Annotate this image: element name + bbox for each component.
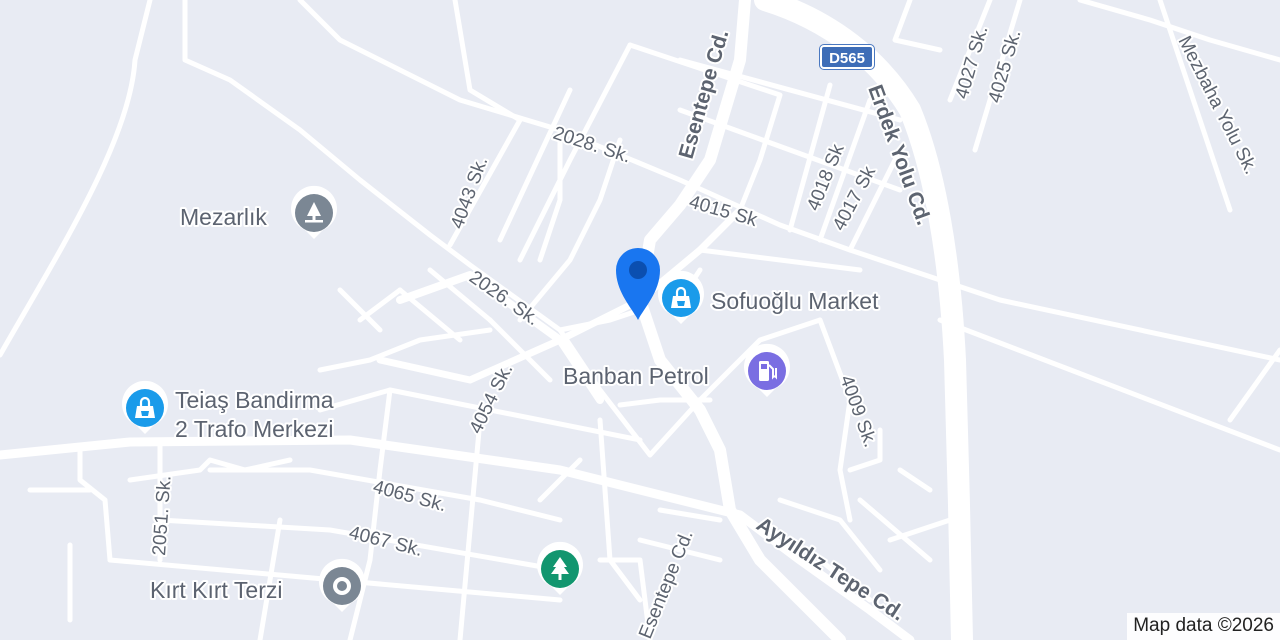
poi-marker-sofuoglu-market[interactable]	[658, 270, 704, 324]
street-label: 4067 Sk.	[347, 522, 425, 561]
road	[937, 317, 1280, 453]
street-label: 4027 Sk.	[952, 23, 993, 101]
road	[0, 0, 153, 358]
poi-marker-teias[interactable]	[122, 380, 168, 434]
poi-marker-banban-petrol[interactable]	[744, 343, 790, 397]
poi-label-teias-line2: 2 Trafo Merkezi	[175, 416, 334, 442]
road	[887, 517, 953, 543]
poi-label-teias-line1: Teiaş Bandirma	[175, 387, 334, 413]
road	[892, 0, 943, 53]
map-layer[interactable]: Esentepe Cd. Erdek Yolu Cd. Ayyıldız Tep…	[0, 0, 1280, 640]
road	[817, 317, 853, 523]
map-attribution[interactable]: Map data ©2026	[1127, 613, 1280, 640]
street-label: 2051. Sk.	[149, 475, 176, 557]
poi-label-mezarlik: Mezarlık	[180, 204, 267, 230]
street-label: 2028. Sk.	[550, 123, 633, 168]
road	[697, 247, 863, 273]
street-label: Mezbaha Yolu Sk.	[1174, 33, 1262, 178]
road	[897, 467, 933, 493]
street-label: 4025 Sk.	[985, 27, 1026, 105]
minor-roads	[0, 0, 1280, 640]
poi-label-kirt-kirt-terzi: Kırt Kırt Terzi	[150, 577, 283, 603]
poi-label-banban-petrol: Banban Petrol	[563, 363, 709, 389]
place-icon	[333, 577, 351, 595]
street-label: 2026. Sk.	[465, 267, 543, 330]
road	[357, 287, 403, 323]
road	[1227, 347, 1280, 423]
street-label: 4065 Sk.	[371, 477, 449, 517]
map-canvas[interactable]: Esentepe Cd. Erdek Yolu Cd. Ayyıldız Tep…	[0, 0, 1280, 640]
poi-marker-mezarlik[interactable]	[291, 185, 337, 239]
poi-label-sofuoglu-market: Sofuoğlu Market	[711, 288, 879, 314]
street-labels: Esentepe Cd. Erdek Yolu Cd. Ayyıldız Tep…	[147, 21, 1263, 640]
street-label: 4043 Sk.	[447, 154, 492, 232]
poi-marker-park[interactable]	[537, 541, 583, 595]
route-shield-d565: D565	[820, 45, 874, 69]
road	[77, 447, 113, 563]
road	[597, 417, 643, 603]
